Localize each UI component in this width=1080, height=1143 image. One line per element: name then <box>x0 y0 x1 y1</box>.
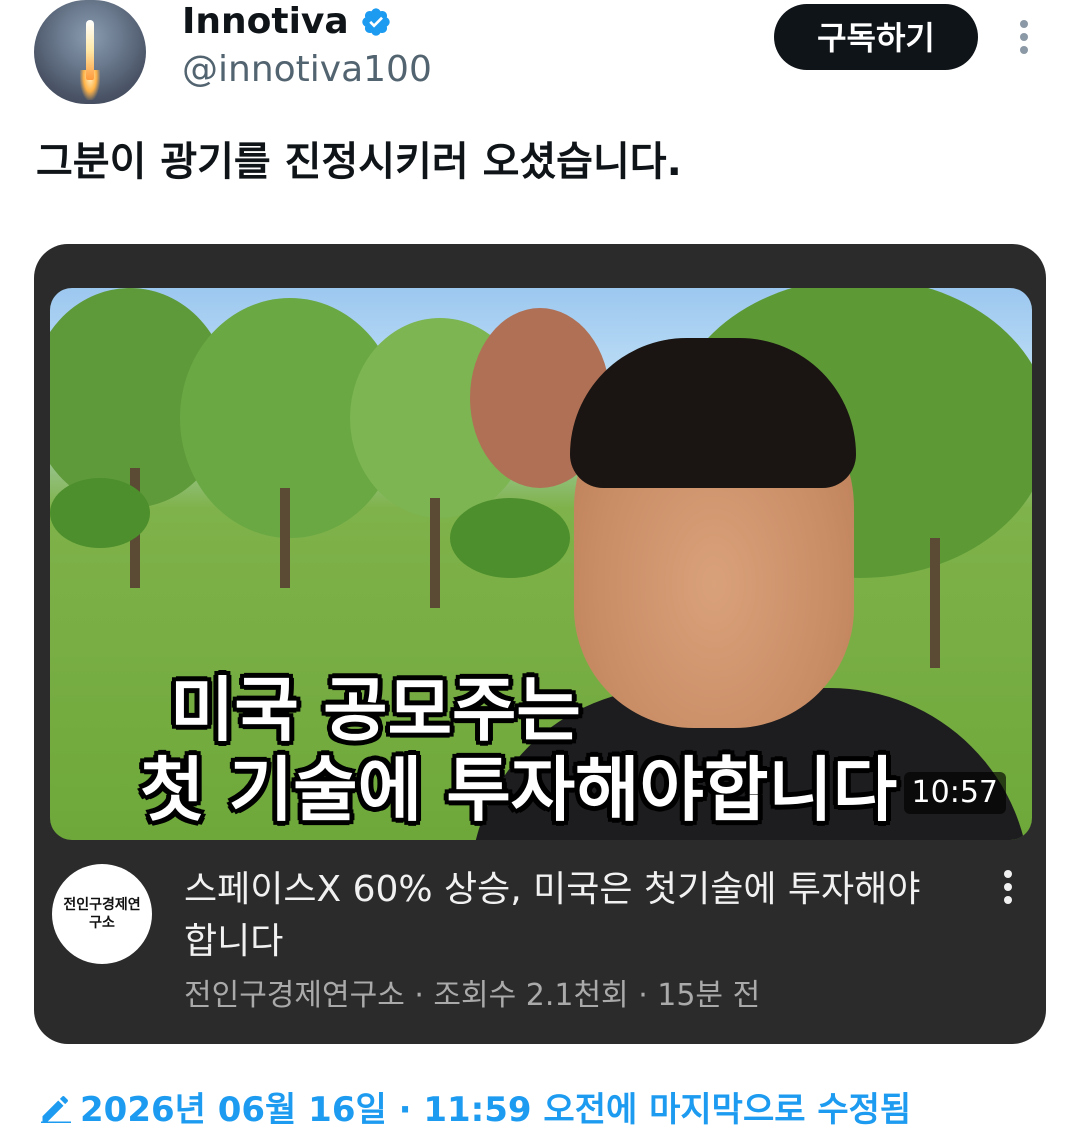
more-vertical-icon[interactable] <box>1000 870 1016 914</box>
post-text: 그분이 광기를 진정시키러 오셨습니다. <box>36 139 682 185</box>
channel-avatar[interactable]: 전인구경제연구소 <box>52 864 152 964</box>
bush <box>450 498 570 578</box>
more-vertical-icon[interactable] <box>1012 20 1036 60</box>
author-name[interactable]: Innotiva <box>182 2 349 42</box>
thumbnail-caption-line1: 미국 공모주는 <box>170 669 581 751</box>
avatar-rocket <box>86 20 94 80</box>
video-title[interactable]: 스페이스X 60% 상승, 미국은 첫기술에 투자해야 합니다 <box>184 864 964 968</box>
tree-trunk <box>430 498 440 608</box>
verified-badge-icon <box>362 8 390 36</box>
author-avatar[interactable] <box>34 0 146 104</box>
bush <box>50 478 150 548</box>
edited-notice[interactable]: 2026년 06월 16일 · 11:59 오전에 마지막으로 수정됨 <box>38 1088 911 1132</box>
subscribe-button[interactable]: 구독하기 <box>774 4 978 70</box>
video-thumbnail[interactable]: 미국 공모주는 첫 기술에 투자해야합니다 10:57 <box>50 288 1032 840</box>
author-handle[interactable]: @innotiva100 <box>182 50 432 90</box>
tree-trunk <box>280 488 290 588</box>
thumbnail-caption-line2: 첫 기술에 투자해야합니다 <box>140 749 898 831</box>
video-meta: 전인구경제연구소 · 조회수 2.1천회 · 15분 전 <box>184 978 761 1013</box>
channel-avatar-logo-text: 전인구경제연구소 <box>63 897 141 931</box>
video-card[interactable]: 미국 공모주는 첫 기술에 투자해야합니다 10:57 전인구경제연구소 스페이… <box>34 244 1046 1044</box>
edited-label: 2026년 06월 16일 · 11:59 오전에 마지막으로 수정됨 <box>80 1090 912 1130</box>
tree-trunk <box>930 538 940 668</box>
video-duration: 10:57 <box>903 772 1006 814</box>
pencil-icon <box>41 1096 71 1123</box>
